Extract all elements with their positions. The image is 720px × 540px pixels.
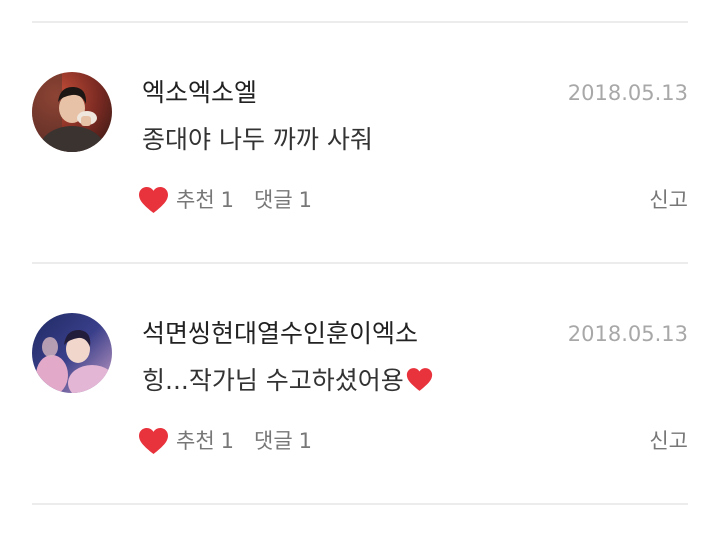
username[interactable]: 석면씽현대열수인훈이엑소 [142,317,418,351]
report-button[interactable]: 신고 [649,184,688,216]
comment-date: 2018.05.13 [567,322,688,346]
avatar[interactable] [32,313,112,393]
heart-emoji-icon [406,368,432,391]
reply-button[interactable]: 댓글 1 [254,425,312,457]
reply-label: 댓글 [254,429,293,453]
report-button[interactable]: 신고 [649,425,688,457]
comment-actions: 추천 1 댓글 1 [138,184,312,216]
divider [32,21,688,23]
comment-list: 엑소엑소엘 2018.05.13 종대야 나두 까까 사줘 추천 1 댓글 1 … [0,0,720,540]
divider [32,262,688,264]
like-count: 1 [220,188,235,212]
divider [32,503,688,505]
reply-label: 댓글 [254,188,293,212]
comment-text: 힝...작가님 수고하셨어용 [142,364,433,398]
comment-item: 엑소엑소엘 2018.05.13 종대야 나두 까까 사줘 추천 1 댓글 1 … [0,72,720,312]
heart-icon [139,186,168,214]
heart-icon [139,427,168,455]
comment-text-content: 종대야 나두 까까 사줘 [142,125,373,154]
like-button[interactable]: 추천 1 [138,184,234,216]
reply-count: 1 [298,188,313,212]
comment-date: 2018.05.13 [567,81,688,105]
avatar[interactable] [32,72,112,152]
username[interactable]: 엑소엑소엘 [142,76,257,110]
reply-count: 1 [298,429,313,453]
like-button[interactable]: 추천 1 [138,425,234,457]
like-label: 추천 [176,188,215,212]
comment-item: 석면씽현대열수인훈이엑소 2018.05.13 힝...작가님 수고하셨어용 추… [0,313,720,540]
comment-actions: 추천 1 댓글 1 [138,425,312,457]
reply-button[interactable]: 댓글 1 [254,184,312,216]
like-count: 1 [220,429,235,453]
comment-text: 종대야 나두 까까 사줘 [142,123,373,157]
like-label: 추천 [176,429,215,453]
comment-text-content: 힝...작가님 수고하셨어용 [142,366,404,395]
